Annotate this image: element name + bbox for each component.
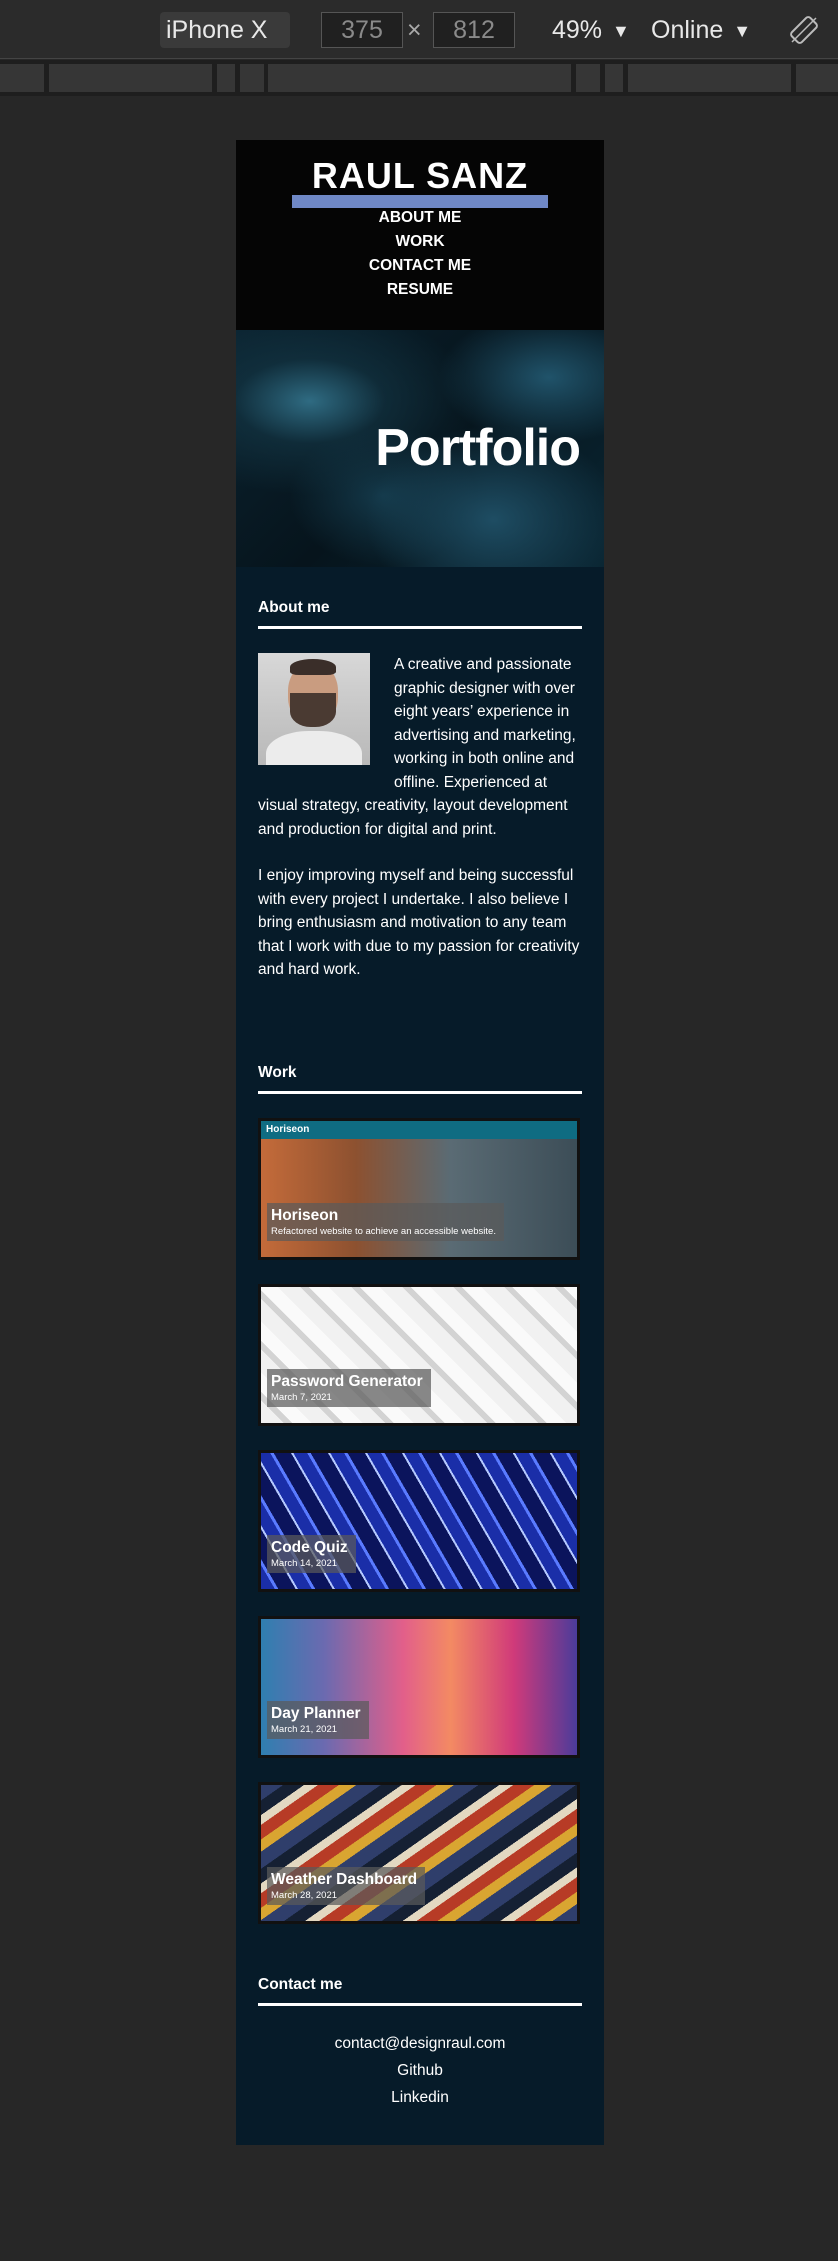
card-label: Day Planner March 21, 2021	[267, 1700, 369, 1739]
logo[interactable]: RAUL SANZ	[291, 155, 549, 208]
media-query-segment[interactable]	[605, 64, 623, 92]
chevron-down-icon: ▼	[733, 21, 752, 42]
media-query-segment[interactable]	[49, 64, 212, 92]
media-query-segment[interactable]	[217, 64, 235, 92]
card-label: Password Generator March 7, 2021	[267, 1368, 431, 1407]
contact-email-link[interactable]: contact@designraul.com	[258, 2030, 582, 2057]
card-date: March 21, 2021	[271, 1723, 338, 1735]
network-select[interactable]: Online ▼	[651, 12, 751, 48]
chevron-down-icon: ▼	[612, 21, 630, 42]
nav-link-work[interactable]: WORK	[236, 230, 604, 254]
nav-link-contact[interactable]: CONTACT ME	[236, 254, 604, 278]
card-title: Horiseon	[271, 1206, 339, 1224]
work-heading: Work	[258, 1032, 582, 1094]
media-query-segment[interactable]	[240, 64, 264, 92]
network-label: Online	[651, 16, 724, 44]
card-label: Code Quiz March 14, 2021	[267, 1534, 356, 1573]
times-sign: ×	[407, 16, 422, 44]
work-card-weather-dashboard[interactable]: Weather Dashboard March 28, 2021	[258, 1781, 580, 1924]
width-input[interactable]: 375	[321, 12, 403, 48]
device-select[interactable]: iPhone X▼	[160, 12, 290, 77]
media-query-segment[interactable]	[268, 64, 571, 92]
devtools-toolbar: iPhone X▼ 375 × 812 49% ▼ Online ▼	[0, 0, 838, 77]
work-section: Work Horiseon Horiseon Refactored websit…	[236, 1032, 604, 1924]
contact-heading: Contact me	[258, 1944, 582, 2006]
work-list: Horiseon Horiseon Refactored website to …	[258, 1117, 582, 1924]
card-date: March 28, 2021	[271, 1889, 338, 1901]
media-query-segment[interactable]	[576, 64, 600, 92]
zoom-label: 49%	[552, 16, 603, 44]
media-query-segment[interactable]	[628, 64, 791, 92]
card-label: Weather Dashboard March 28, 2021	[267, 1866, 426, 1905]
zoom-select[interactable]: 49% ▼	[552, 12, 630, 48]
card-title: Code Quiz	[271, 1538, 348, 1556]
height-input[interactable]: 812	[433, 12, 515, 48]
hero-title: Portfolio	[375, 419, 581, 477]
about-section: About me A creative and passionate graph…	[236, 567, 604, 982]
card-subtitle: Refactored website to achieve an accessi…	[271, 1225, 496, 1237]
work-card-horiseon[interactable]: Horiseon Horiseon Refactored website to …	[258, 1117, 580, 1260]
about-paragraph-2: I enjoy improving myself and being succe…	[258, 867, 580, 978]
contact-list: contact@designraul.com Github Linkedin	[258, 2030, 582, 2111]
nav-link-about[interactable]: ABOUT ME	[236, 206, 604, 230]
about-heading: About me	[258, 567, 582, 629]
site-header: RAUL SANZ ABOUT ME WORK CONTACT ME RESUM…	[236, 140, 604, 330]
media-query-segment[interactable]	[0, 64, 44, 92]
media-query-bar	[0, 60, 838, 96]
nav-link-resume[interactable]: RESUME	[236, 278, 604, 302]
card-title: Day Planner	[271, 1704, 361, 1722]
rotate-icon[interactable]	[788, 14, 820, 46]
logo-text: RAUL SANZ	[311, 155, 529, 196]
profile-photo	[258, 653, 370, 765]
card-date: March 14, 2021	[271, 1557, 338, 1569]
work-card-day-planner[interactable]: Day Planner March 21, 2021	[258, 1615, 580, 1758]
card-label: Horiseon Refactored website to achieve a…	[267, 1202, 504, 1241]
linkedin-link[interactable]: Linkedin	[258, 2084, 582, 2111]
about-body: A creative and passionate graphic design…	[258, 653, 582, 982]
work-card-code-quiz[interactable]: Code Quiz March 14, 2021	[258, 1449, 580, 1592]
main-nav: ABOUT ME WORK CONTACT ME RESUME	[236, 206, 604, 302]
card-title: Weather Dashboard	[271, 1870, 418, 1888]
device-label: iPhone X	[166, 16, 268, 44]
hero-banner: Portfolio	[236, 330, 604, 567]
work-card-password-generator[interactable]: Password Generator March 7, 2021	[258, 1283, 580, 1426]
github-link[interactable]: Github	[258, 2057, 582, 2084]
contact-section: Contact me contact@designraul.com Github…	[236, 1944, 604, 2111]
media-query-segment[interactable]	[796, 64, 838, 92]
card-title: Password Generator	[271, 1372, 423, 1390]
device-viewport: RAUL SANZ ABOUT ME WORK CONTACT ME RESUM…	[236, 140, 604, 2145]
card-date: March 7, 2021	[271, 1391, 332, 1403]
horiseon-brand: Horiseon	[261, 1120, 577, 1139]
